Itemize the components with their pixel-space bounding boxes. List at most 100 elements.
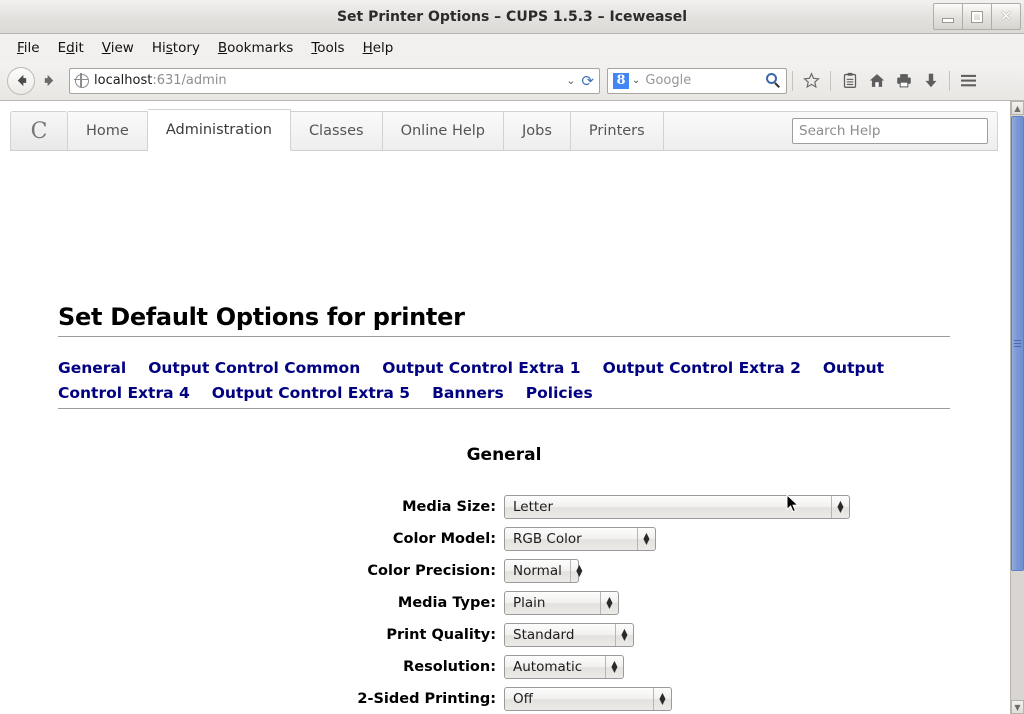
search-bar[interactable]: 8 ⌄ Google (607, 67, 787, 94)
chevron-updown-icon: ▲ ▼ (831, 496, 849, 518)
label-resolution: Resolution: (403, 659, 496, 675)
select-color-precision-value: Normal (513, 563, 562, 579)
title-divider (58, 336, 950, 337)
scroll-down-button[interactable]: ▼ (1011, 700, 1024, 714)
menu-history[interactable]: History (143, 38, 209, 58)
chevron-updown-icon: ▲ ▼ (600, 592, 618, 614)
forward-arrow-icon[interactable] (36, 68, 62, 94)
bookmark-star-icon[interactable] (798, 67, 825, 94)
cups-logo[interactable]: C (10, 111, 68, 151)
menu-hamburger-icon[interactable] (955, 67, 982, 94)
select-2-sided-printing-value: Off (513, 691, 533, 707)
form-row-color-model: Color Model: RGB Color ▲ ▼ (0, 523, 1010, 555)
toolbar-divider (949, 70, 950, 91)
home-icon[interactable] (863, 67, 890, 94)
browser-toolbar: localhost:631/admin ⌄ ⟳ 8 ⌄ Google (0, 61, 1024, 101)
cups-tab-printers[interactable]: Printers (570, 111, 664, 151)
reading-list-icon[interactable] (836, 67, 863, 94)
link-output-control-extra-2[interactable]: Output Control Extra 2 (603, 359, 801, 377)
select-media-size-value: Letter (513, 499, 554, 515)
search-input[interactable]: Google (645, 73, 691, 88)
form-row-color-precision: Color Precision: Normal ▲ ▼ (0, 555, 1010, 587)
downloads-icon[interactable] (917, 67, 944, 94)
label-color-precision: Color Precision: (367, 563, 496, 579)
scroll-up-button[interactable]: ▲ (1011, 101, 1024, 115)
window-title: Set Printer Options – CUPS 1.5.3 – Icewe… (336, 9, 688, 25)
link-policies[interactable]: Policies (526, 384, 593, 402)
link-output-control-extra-1[interactable]: Output Control Extra 1 (382, 359, 580, 377)
menu-help[interactable]: Help (354, 38, 403, 58)
menu-tools[interactable]: Tools (302, 38, 353, 58)
search-magnifier-icon[interactable] (766, 73, 781, 88)
scrollbar-track[interactable] (1011, 116, 1024, 699)
cups-tab-classes[interactable]: Classes (290, 111, 383, 151)
chevron-updown-icon: ▲ ▼ (569, 560, 588, 582)
menu-bookmarks[interactable]: Bookmarks (209, 38, 302, 58)
cups-tab-jobs[interactable]: Jobs (504, 111, 571, 151)
cups-tab-administration[interactable]: Administration (147, 109, 291, 151)
back-arrow-icon[interactable] (7, 66, 35, 95)
search-engine-chevron-icon[interactable]: ⌄ (632, 75, 640, 86)
select-color-precision[interactable]: Normal ▲ ▼ (504, 559, 582, 583)
select-resolution-value: Automatic (513, 659, 583, 675)
scrollbar-grip-icon (1014, 338, 1021, 349)
chevron-down-icon[interactable]: ⌄ (566, 74, 581, 87)
select-print-quality[interactable]: Standard ▲ ▼ (504, 623, 634, 647)
print-icon[interactable] (890, 67, 917, 94)
link-general[interactable]: General (58, 359, 126, 377)
toolbar-divider (792, 70, 793, 91)
select-color-model[interactable]: RGB Color ▲ ▼ (504, 527, 656, 551)
scrollbar-thumb[interactable] (1011, 116, 1024, 571)
option-group-links: General Output Control Common Output Contr… (58, 356, 953, 406)
form-row-media-type: Media Type: Plain ▲ ▼ (0, 587, 1010, 619)
globe-icon (74, 72, 89, 88)
minimize-button[interactable] (933, 3, 963, 30)
menu-view[interactable]: View (93, 38, 143, 58)
reload-icon[interactable]: ⟳ (581, 72, 594, 90)
maximize-button[interactable] (962, 3, 992, 30)
form-row-2-sided-printing: 2-Sided Printing: Off ▲ ▼ (0, 683, 1010, 714)
form-row-print-quality: Print Quality: Standard ▲ ▼ (0, 619, 1010, 651)
cups-tab-home[interactable]: Home (68, 111, 148, 151)
label-color-model: Color Model: (392, 531, 496, 547)
cups-tab-online-help[interactable]: Online Help (382, 111, 504, 151)
window-controls: ✕ (933, 3, 1021, 31)
window-titlebar: Set Printer Options – CUPS 1.5.3 – Icewe… (0, 0, 1024, 34)
select-resolution[interactable]: Automatic ▲ ▼ (504, 655, 624, 679)
select-2-sided-printing[interactable]: Off ▲ ▼ (504, 687, 672, 711)
cups-search-area: Search Help (663, 111, 998, 151)
chevron-updown-icon: ▲ ▼ (615, 624, 633, 646)
chevron-updown-icon: ▲ ▼ (637, 528, 655, 550)
section-title: General (466, 445, 542, 465)
url-bar[interactable]: localhost:631/admin ⌄ ⟳ (69, 67, 600, 94)
page-title: Set Default Options for printer (58, 303, 465, 331)
page-viewport: C Home Administration Classes Online Hel… (0, 101, 1010, 714)
label-media-type: Media Type: (397, 595, 496, 611)
menu-edit[interactable]: Edit (49, 38, 93, 58)
toolbar-divider (830, 70, 831, 91)
select-print-quality-value: Standard (513, 627, 575, 643)
search-help-input[interactable]: Search Help (792, 118, 988, 144)
link-banners[interactable]: Banners (432, 384, 504, 402)
link-output-control-common[interactable]: Output Control Common (148, 359, 360, 377)
close-button[interactable]: ✕ (991, 3, 1021, 30)
label-media-size: Media Size: (402, 499, 496, 515)
google-favicon-icon: 8 (613, 72, 629, 89)
link-output-control-extra-5[interactable]: Output Control Extra 5 (212, 384, 410, 402)
label-print-quality: Print Quality: (386, 627, 496, 643)
menubar: File Edit View History Bookmarks Tools H… (0, 34, 1024, 61)
url-host: localhost (94, 73, 153, 88)
select-media-type[interactable]: Plain ▲ ▼ (504, 591, 619, 615)
maximize-icon (972, 11, 982, 22)
menu-file[interactable]: File (8, 38, 49, 58)
label-2-sided-printing: 2-Sided Printing: (357, 691, 496, 707)
close-icon: ✕ (999, 7, 1013, 25)
links-divider (58, 408, 950, 409)
chevron-updown-icon: ▲ ▼ (653, 688, 671, 710)
form-row-resolution: Resolution: Automatic ▲ ▼ (0, 651, 1010, 683)
select-media-size[interactable]: Letter ▲ ▼ (504, 495, 850, 519)
chevron-updown-icon: ▲ ▼ (605, 656, 623, 678)
cups-tab-strip: C Home Administration Classes Online Hel… (10, 109, 998, 151)
url-path: :631/admin (152, 73, 227, 88)
page-scrollbar[interactable]: ▲ ▼ (1010, 101, 1024, 714)
